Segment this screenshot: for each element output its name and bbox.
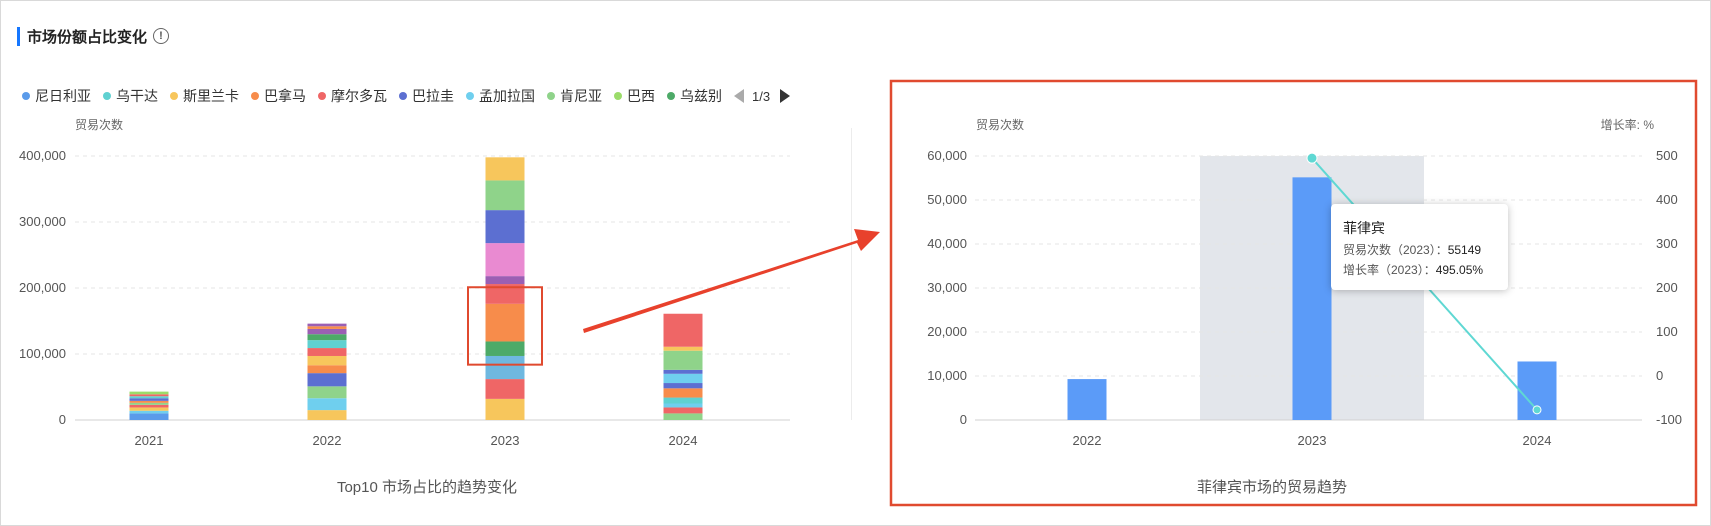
tooltip-trade-label: 贸易次数（2023）：	[1343, 243, 1448, 257]
right-ytick-left-label: 0	[960, 412, 967, 427]
right-ylabel-left: 贸易次数	[976, 117, 1024, 132]
trade-count-bar[interactable]	[1292, 177, 1332, 420]
right-chart-title: 菲律宾市场的贸易趋势	[1197, 479, 1347, 496]
right-xtick-label: 2024	[1523, 433, 1552, 448]
tooltip-growth-value: 495.05%	[1435, 263, 1484, 277]
tooltip-title: 菲律宾	[1343, 220, 1385, 236]
tooltip-growth-label: 增长率（2023）：	[1343, 263, 1436, 277]
tooltip-trade-value: 55149	[1447, 243, 1482, 257]
right-ytick-left-label: 60,000	[927, 148, 967, 163]
growth-rate-point[interactable]	[1532, 405, 1542, 415]
tooltip-row-trade-count: 贸易次数（2023）：55149	[1343, 241, 1496, 258]
tooltip-row-growth: 增长率（2023）：495.05%	[1343, 261, 1496, 278]
right-ytick-right-label: -100	[1656, 412, 1682, 427]
right-ytick-right-label: 100	[1656, 324, 1678, 339]
right-xtick-label: 2023	[1298, 433, 1327, 448]
right-ytick-left-label: 40,000	[927, 236, 967, 251]
right-ytick-right-label: 300	[1656, 236, 1678, 251]
right-ytick-right-label: 400	[1656, 192, 1678, 207]
right-ylabel-right: 增长率: %	[1601, 117, 1655, 132]
chart-tooltip: 菲律宾 贸易次数（2023）：55149 增长率（2023）：495.05%	[1331, 204, 1508, 290]
right-ytick-left-label: 50,000	[927, 192, 967, 207]
right-ytick-left-label: 30,000	[927, 280, 967, 295]
right-xtick-label: 2022	[1073, 433, 1102, 448]
right-ytick-left-label: 10,000	[927, 368, 967, 383]
right-ytick-right-label: 500	[1656, 148, 1678, 163]
right-ytick-right-label: 0	[1656, 368, 1663, 383]
trade-count-bar[interactable]	[1067, 379, 1107, 420]
right-ytick-left-label: 20,000	[927, 324, 967, 339]
right-ytick-right-label: 200	[1656, 280, 1678, 295]
growth-rate-point[interactable]	[1306, 152, 1318, 164]
